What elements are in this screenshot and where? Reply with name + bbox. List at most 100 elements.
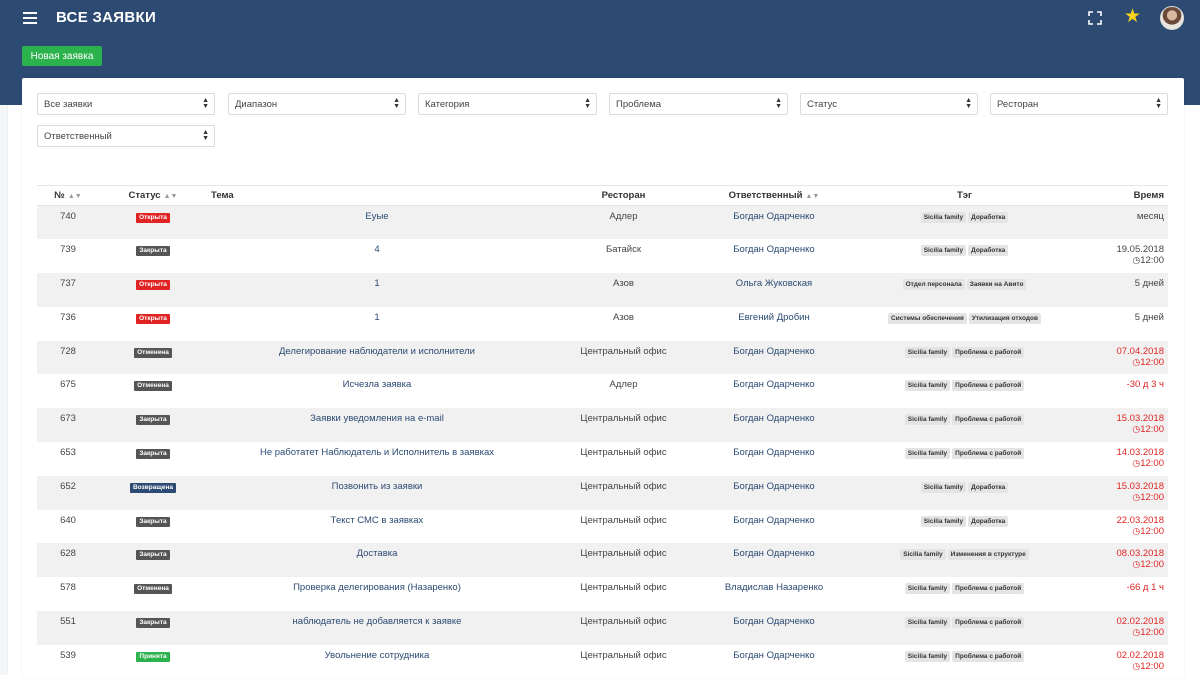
- tag-badge[interactable]: Доработка: [968, 245, 1009, 257]
- col-status-header[interactable]: Статус ▲▼: [99, 185, 207, 206]
- tag-badge[interactable]: Проблема с работой: [952, 448, 1025, 460]
- filter-assignee-select[interactable]: Ответственный ▲ ▼: [37, 125, 215, 147]
- requests-table: № ▲▼ Статус ▲▼ Тема Ресторан Ответственный…: [37, 185, 1168, 679]
- select-arrows-icon: ▲ ▼: [393, 97, 400, 110]
- tag-badge[interactable]: Проблема с работой: [952, 380, 1025, 392]
- col-assignee-header[interactable]: Ответственный ▲▼: [700, 185, 848, 206]
- tag-badge[interactable]: Доработка: [968, 515, 1009, 527]
- tag-badge[interactable]: Проблема с работой: [952, 346, 1025, 358]
- assignee-link[interactable]: Владислав Назаренко: [700, 577, 848, 611]
- table-row[interactable]: 739 Закрыта 4 Батайск Богдан Одарченко Sicili…: [37, 239, 1168, 273]
- tag-badge[interactable]: Проблема с работой: [952, 617, 1025, 629]
- request-subject-link[interactable]: Проверка делегирования (Назаренко): [207, 577, 547, 611]
- request-subject-link[interactable]: наблюдатель не добавляется к заявке: [207, 611, 547, 645]
- assignee-link[interactable]: Богдан Одарченко: [700, 475, 848, 510]
- request-subject-link[interactable]: Текст СМС в заявках: [207, 510, 547, 544]
- assignee-link[interactable]: Богдан Одарченко: [700, 442, 848, 476]
- tags-cell: Sicilia family Доработка: [848, 475, 1081, 510]
- table-row[interactable]: 673 Закрыта Заявки уведомления на e-mail Це…: [37, 408, 1168, 443]
- status-cell: Принята: [99, 645, 207, 679]
- tag-badge[interactable]: Проблема с работой: [952, 583, 1025, 595]
- tag-badge[interactable]: Sicilia family: [904, 414, 951, 426]
- table-row[interactable]: 551 Закрыта наблюдатель не добавляется к з…: [37, 611, 1168, 645]
- request-subject-link[interactable]: Увольнение сотрудника: [207, 645, 547, 679]
- time-value: 19.05.2018: [1116, 244, 1164, 256]
- request-subject-link[interactable]: 1: [207, 307, 547, 341]
- filter-status-select[interactable]: Статус ▲ ▼: [800, 93, 978, 115]
- new-request-button[interactable]: Новая заявка: [22, 46, 102, 66]
- table-row[interactable]: 652 Возвращена Позвонить из заявки Централь…: [37, 475, 1168, 510]
- request-subject-link[interactable]: Заявки уведомления на e-mail: [207, 408, 547, 443]
- time-clock: ◷12:00: [1085, 357, 1164, 368]
- assignee-link[interactable]: Богдан Одарченко: [700, 543, 848, 578]
- request-subject-link[interactable]: 1: [207, 273, 547, 307]
- star-icon[interactable]: ★: [1124, 7, 1141, 27]
- tag-badge[interactable]: Системы обеспечения: [888, 312, 967, 324]
- time-cell: 5 дней: [1081, 273, 1168, 307]
- tag-badge[interactable]: Заявки на Авито: [966, 279, 1027, 291]
- assignee-link[interactable]: Богдан Одарченко: [700, 374, 848, 408]
- tag-badge[interactable]: Sicilia family: [904, 346, 951, 358]
- tag-badge[interactable]: Изменения в структуре: [947, 549, 1029, 561]
- table-row[interactable]: 640 Закрыта Текст СМС в заявках Центральный…: [37, 510, 1168, 544]
- tag-badge[interactable]: Утилизация отходов: [968, 312, 1041, 324]
- tag-badge[interactable]: Sicilia family: [904, 617, 951, 629]
- filter-problem-select[interactable]: Проблема ▲ ▼: [609, 93, 788, 115]
- tag-badge[interactable]: Sicilia family: [904, 380, 951, 392]
- table-row[interactable]: 539 Принята Увольнение сотрудника Центральн…: [37, 645, 1168, 679]
- tag-badge[interactable]: Sicilia family: [904, 650, 951, 662]
- assignee-link[interactable]: Евгений Дробин: [700, 307, 848, 341]
- request-subject-link[interactable]: Исчезла заявка: [207, 374, 547, 408]
- table-row[interactable]: 740 Открыта Еуые Адлер Богдан Одарченко Sicil…: [37, 205, 1168, 240]
- table-row[interactable]: 736 Открыта 1 Азов Евгений Дробин Системы обе…: [37, 307, 1168, 341]
- table-row[interactable]: 737 Открыта 1 Азов Ольга Жуковская Отдел перс…: [37, 273, 1168, 307]
- request-subject-link[interactable]: Позвонить из заявки: [207, 475, 547, 510]
- tag-badge[interactable]: Доработка: [968, 212, 1009, 223]
- assignee-link[interactable]: Богдан Одарченко: [700, 239, 848, 273]
- filter-range-select[interactable]: Диапазон ▲ ▼: [228, 93, 406, 115]
- tag-badge[interactable]: Sicilia family: [904, 583, 951, 595]
- assignee-link[interactable]: Богдан Одарченко: [700, 205, 848, 240]
- tag-badge[interactable]: Sicilia family: [920, 515, 967, 527]
- table-row[interactable]: 728 Отменена Делегирование наблюдатели и и…: [37, 340, 1168, 375]
- tag-badge[interactable]: Sicilia family: [920, 481, 967, 493]
- table-row[interactable]: 675 Отменена Исчезла заявка Адлер Богдан Ода…: [37, 374, 1168, 408]
- filter-category-select[interactable]: Категория ▲ ▼: [418, 93, 597, 115]
- assignee-link[interactable]: Богдан Одарченко: [700, 611, 848, 645]
- tag-badge[interactable]: Sicilia family: [900, 549, 946, 561]
- assignee-link[interactable]: Богдан Одарченко: [700, 645, 848, 679]
- table-row[interactable]: 653 Закрыта Не работатет Наблюдатель и Исп…: [37, 442, 1168, 476]
- tag-badge[interactable]: Проблема с работой: [952, 414, 1025, 426]
- time-value: 5 дней: [1134, 311, 1164, 323]
- select-arrows-icon: ▲ ▼: [202, 97, 209, 110]
- filter-restaurant-label: Ресторан: [997, 98, 1039, 110]
- tag-badge[interactable]: Sicilia family: [920, 212, 967, 223]
- status-cell: Открыта: [99, 205, 207, 240]
- tag-badge[interactable]: Проблема с работой: [952, 650, 1025, 662]
- table-row[interactable]: 578 Отменена Проверка делегирования (Назар…: [37, 577, 1168, 611]
- assignee-link[interactable]: Ольга Жуковская: [700, 273, 848, 307]
- request-subject-link[interactable]: Еуые: [207, 205, 547, 240]
- request-subject-link[interactable]: 4: [207, 239, 547, 273]
- filter-all-select[interactable]: Все заявки ▲ ▼: [37, 93, 215, 115]
- request-subject-link[interactable]: Доставка: [207, 543, 547, 578]
- sort-icon: ▲▼: [67, 193, 82, 200]
- filter-range-label: Диапазон: [235, 98, 278, 110]
- tag-badge[interactable]: Отдел персонала: [902, 279, 965, 291]
- assignee-link[interactable]: Богдан Одарченко: [700, 408, 848, 443]
- tag-badge[interactable]: Sicilia family: [904, 448, 951, 460]
- assignee-link[interactable]: Богдан Одарченко: [700, 510, 848, 544]
- tags-cell: Sicilia family Проблема с работой: [848, 577, 1081, 611]
- assignee-link[interactable]: Богдан Одарченко: [700, 340, 848, 375]
- avatar[interactable]: [1160, 6, 1184, 30]
- request-subject-link[interactable]: Не работатет Наблюдатель и Исполнитель в…: [207, 442, 547, 476]
- table-row[interactable]: 628 Закрыта Доставка Центральный офис Богдан…: [37, 543, 1168, 578]
- tag-badge[interactable]: Доработка: [968, 481, 1009, 493]
- expand-icon[interactable]: [1088, 11, 1102, 25]
- tag-badge[interactable]: Sicilia family: [920, 245, 967, 257]
- request-subject-link[interactable]: Делегирование наблюдатели и исполнители: [207, 340, 547, 375]
- status-badge: Отменена: [134, 347, 172, 358]
- menu-icon[interactable]: [23, 12, 37, 24]
- filter-restaurant-select[interactable]: Ресторан ▲ ▼: [990, 93, 1168, 115]
- col-num-header[interactable]: № ▲▼: [37, 185, 99, 206]
